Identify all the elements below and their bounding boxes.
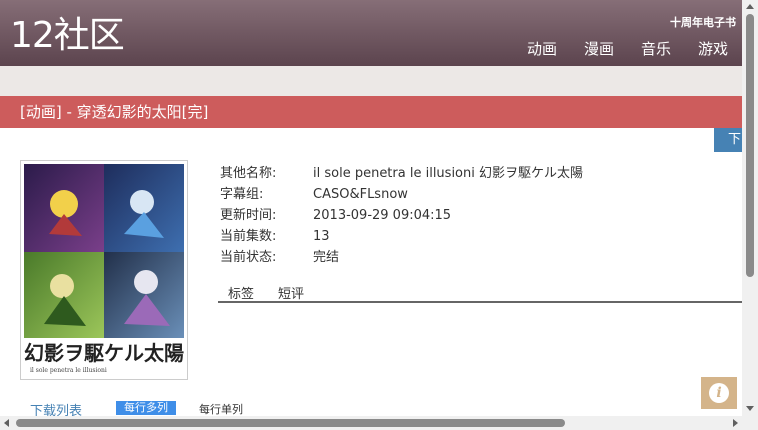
scroll-left-icon[interactable] — [4, 419, 9, 427]
horizontal-scrollbar[interactable] — [0, 416, 742, 430]
cover-subtitle: il sole penetra le illusioni — [30, 367, 107, 374]
tab-comments[interactable]: 短评 — [278, 283, 304, 302]
cover-title: 幻影ヲ駆ケル太陽 — [24, 341, 184, 365]
info-row-episodes: 当前集数: 13 — [220, 226, 583, 247]
vertical-scrollbar[interactable] — [742, 0, 758, 416]
download-tab[interactable]: 下 — [714, 128, 742, 152]
info-row-updated: 更新时间: 2013-09-29 09:04:15 — [220, 205, 583, 226]
info-value: 13 — [313, 229, 330, 244]
info-key: 当前集数: — [220, 229, 277, 244]
detail-tabs: 标签 短评 — [218, 282, 742, 303]
info-row-status: 当前状态: 完结 — [220, 247, 583, 268]
info-row-subgroup: 字幕组: CASO&FLsnow — [220, 184, 583, 205]
scroll-up-icon[interactable] — [746, 4, 754, 9]
scroll-right-icon[interactable] — [733, 419, 738, 427]
vertical-scroll-thumb[interactable] — [746, 14, 754, 277]
scrollbar-corner — [742, 416, 758, 430]
site-logo[interactable]: 12社区 — [10, 12, 125, 60]
info-button[interactable]: i — [701, 377, 737, 409]
promo-link[interactable]: 十周年电子书 — [670, 14, 736, 30]
info-key: 更新时间: — [220, 208, 277, 223]
scroll-down-icon[interactable] — [746, 406, 754, 411]
info-value: il sole penetra le illusioni 幻影ヲ駆ケル太陽 — [313, 166, 583, 181]
page-title: [动画] - 穿透幻影的太阳[完] — [0, 96, 742, 128]
site-header: 12社区 十周年电子书 动画 漫画 音乐 游戏 — [0, 0, 742, 66]
tab-tags[interactable]: 标签 — [228, 283, 254, 302]
nav-item-anime[interactable]: 动画 — [527, 38, 557, 59]
view-single-column-button[interactable]: 每行单列 — [199, 401, 243, 417]
info-key: 字幕组: — [220, 187, 264, 202]
info-value: 完结 — [313, 250, 340, 265]
horizontal-scroll-thumb[interactable] — [16, 419, 565, 427]
nav-item-manga[interactable]: 漫画 — [584, 38, 614, 59]
info-value: 2013-09-29 09:04:15 — [313, 208, 452, 223]
nav-item-music[interactable]: 音乐 — [641, 38, 671, 59]
info-key: 其他名称: — [220, 166, 277, 181]
view-multi-column-button[interactable]: 每行多列 — [116, 401, 176, 415]
info-table: 其他名称: il sole penetra le illusioni 幻影ヲ駆ケル… — [220, 163, 583, 268]
cover-image: 幻影ヲ駆ケル太陽 il sole penetra le illusioni — [20, 160, 188, 380]
main-nav: 动画 漫画 音乐 游戏 — [527, 38, 728, 59]
nav-item-games[interactable]: 游戏 — [698, 38, 728, 59]
info-row-alt-names: 其他名称: il sole penetra le illusioni 幻影ヲ駆ケル… — [220, 163, 583, 184]
info-key: 当前状态: — [220, 250, 277, 265]
download-list-bar: 下载列表 每行多列 每行单列 — [30, 400, 330, 419]
info-value[interactable]: CASO&FLsnow — [313, 184, 408, 205]
info-icon: i — [709, 383, 729, 403]
header-band — [0, 66, 742, 96]
